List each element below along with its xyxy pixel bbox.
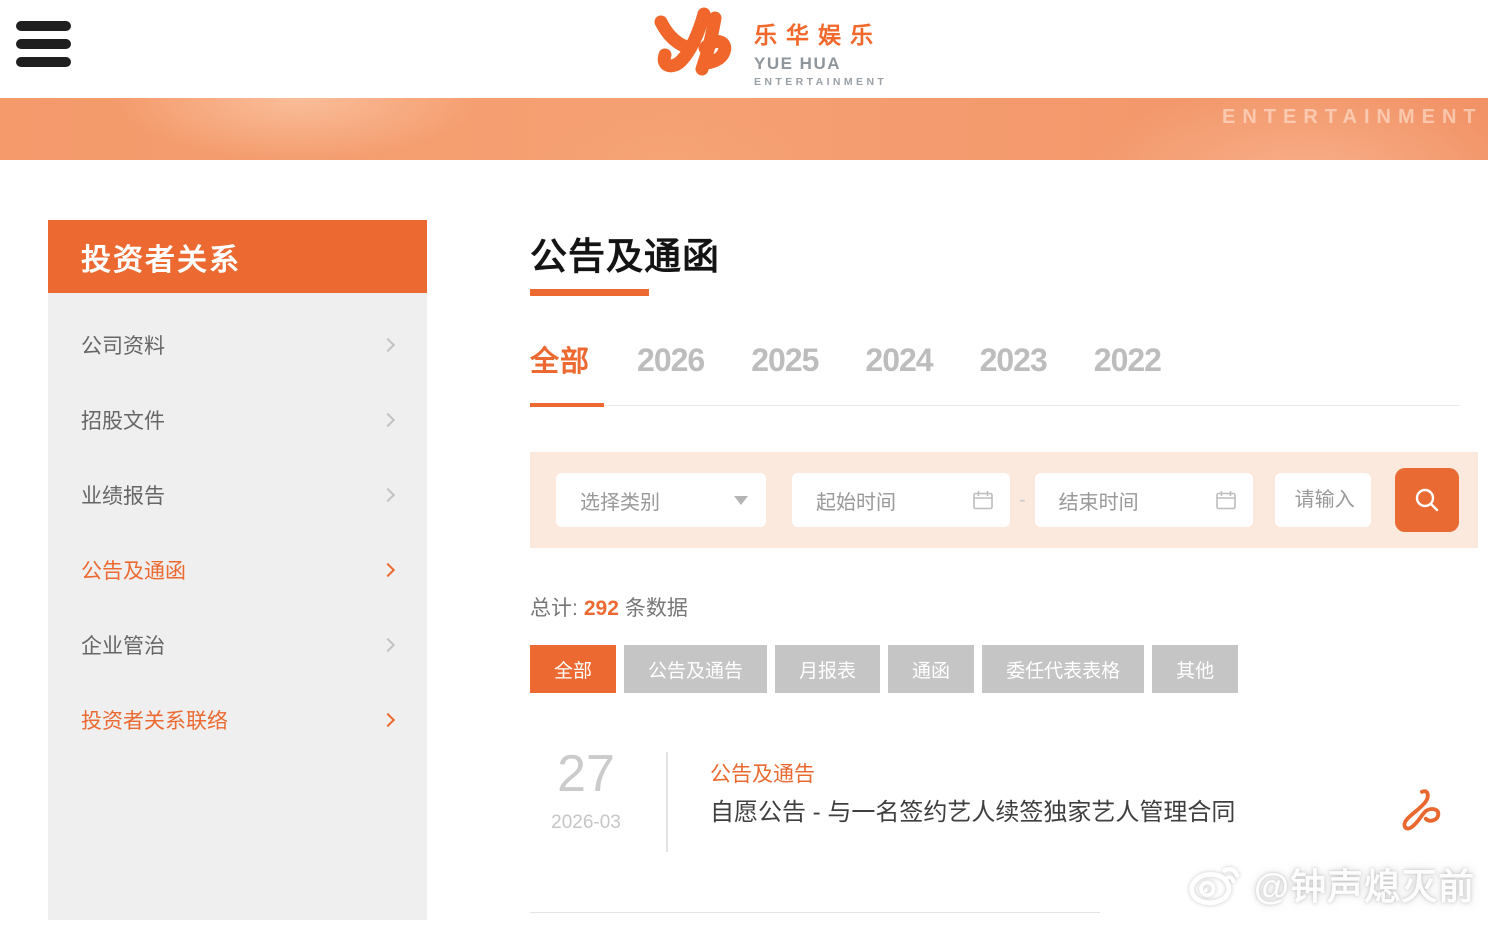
tab-2023[interactable]: 2023 — [980, 342, 1047, 379]
announcement-category[interactable]: 公告及通告 — [710, 758, 815, 788]
year-tabs: 全部 2026 2025 2024 2023 2022 — [530, 338, 1161, 380]
chevron-right-icon — [381, 337, 395, 351]
announcement-year-month: 2026-03 — [530, 812, 642, 834]
total-suffix: 条数据 — [625, 597, 688, 620]
sidebar-item-announcements[interactable]: 公告及通函 — [48, 532, 427, 607]
keyword-input[interactable] — [1275, 473, 1371, 527]
announcement-date: 27 2026-03 — [530, 748, 642, 834]
sidebar-title: 投资者关系 — [48, 220, 427, 293]
total-count: 292 — [584, 597, 619, 620]
search-icon — [1412, 485, 1442, 515]
category-select-value: 选择类别 — [580, 486, 660, 515]
weibo-icon — [1186, 859, 1244, 909]
sidebar-item-company-info[interactable]: 公司资料 — [48, 307, 427, 382]
calendar-icon — [1215, 489, 1237, 511]
active-tab-underline — [530, 403, 604, 407]
start-date-input[interactable]: 起始时间 — [792, 473, 1010, 527]
total-count-row: 总计: 292 条数据 — [530, 592, 688, 622]
sidebar-item-prospectus[interactable]: 招股文件 — [48, 382, 427, 457]
type-filter-monthly-returns[interactable]: 月报表 — [775, 645, 880, 693]
chevron-right-icon — [381, 412, 395, 426]
sidebar-item-label: 公告及通函 — [81, 555, 186, 585]
chevron-right-icon — [381, 712, 395, 726]
sidebar: 投资者关系 公司资料 招股文件 业绩报告 公告及通函 企业管治 — [48, 220, 427, 920]
sidebar-item-corporate-governance[interactable]: 企业管治 — [48, 607, 427, 682]
tab-2022[interactable]: 2022 — [1094, 342, 1161, 379]
company-logo[interactable]: 乐华娱乐 YUE HUA ENTERTAINMENT — [648, 5, 887, 88]
category-select[interactable]: 选择类别 — [556, 473, 766, 527]
sidebar-item-label: 业绩报告 — [81, 480, 165, 510]
sidebar-item-label: 公司资料 — [81, 330, 165, 360]
date-divider — [666, 752, 668, 852]
hamburger-bar — [16, 21, 71, 31]
chevron-right-icon — [381, 637, 395, 651]
logo-name-en2: ENTERTAINMENT — [754, 76, 887, 88]
watermark-text: @钟声熄灭前 — [1254, 858, 1475, 910]
start-date-placeholder: 起始时间 — [816, 486, 896, 515]
logo-text: 乐华娱乐 YUE HUA ENTERTAINMENT — [754, 5, 887, 88]
sidebar-menu: 公司资料 招股文件 业绩报告 公告及通函 企业管治 投资者关系联络 — [48, 293, 427, 920]
filter-bar: 选择类别 起始时间 - 结束时间 — [530, 452, 1478, 548]
tab-2024[interactable]: 2024 — [865, 342, 932, 379]
watermark: @钟声熄灭前 — [1186, 858, 1475, 910]
sidebar-item-results-reports[interactable]: 业绩报告 — [48, 457, 427, 532]
hamburger-bar — [16, 39, 71, 49]
announcement-title[interactable]: 自愿公告 - 与一名签约艺人续签独家艺人管理合同 — [710, 793, 1250, 832]
end-date-placeholder: 结束时间 — [1059, 486, 1139, 515]
tab-2025[interactable]: 2025 — [751, 342, 818, 379]
hero-banner: ENTERTAINMENT — [0, 98, 1488, 160]
date-range-separator: - — [1019, 489, 1026, 512]
chevron-right-icon — [381, 562, 395, 576]
logo-name-cn: 乐华娱乐 — [754, 16, 887, 50]
banner-entertainment-text: ENTERTAINMENT — [1222, 106, 1483, 129]
tab-2026[interactable]: 2026 — [637, 342, 704, 379]
sidebar-item-label: 招股文件 — [81, 405, 165, 435]
page-title: 公告及通函 — [530, 226, 720, 280]
chevron-right-icon — [381, 487, 395, 501]
row-divider — [530, 912, 1100, 913]
pdf-icon[interactable] — [1398, 786, 1444, 838]
tabs-divider — [530, 405, 1460, 406]
total-prefix: 总计: — [530, 597, 578, 620]
tab-all[interactable]: 全部 — [530, 338, 590, 380]
hamburger-bar — [16, 57, 71, 67]
end-date-input[interactable]: 结束时间 — [1035, 473, 1253, 527]
hamburger-menu-icon[interactable] — [16, 21, 71, 67]
title-underline — [530, 289, 649, 296]
sidebar-item-label: 企业管治 — [81, 630, 165, 660]
type-filter-proxy-forms[interactable]: 委任代表表格 — [982, 645, 1144, 693]
type-filter-announcements[interactable]: 公告及通告 — [624, 645, 767, 693]
page: 乐华娱乐 YUE HUA ENTERTAINMENT ENTERTAINMENT… — [0, 0, 1488, 926]
caret-down-icon — [734, 496, 748, 505]
calendar-icon — [972, 489, 994, 511]
search-button[interactable] — [1395, 468, 1459, 532]
type-filter-others[interactable]: 其他 — [1152, 645, 1238, 693]
logo-name-en: YUE HUA — [754, 54, 887, 74]
type-filter-all[interactable]: 全部 — [530, 645, 616, 693]
type-filter-buttons: 全部 公告及通告 月报表 通函 委任代表表格 其他 — [530, 645, 1238, 693]
yh-logo-mark-icon — [648, 5, 740, 85]
top-header: 乐华娱乐 YUE HUA ENTERTAINMENT — [0, 0, 1488, 98]
announcement-day: 27 — [530, 748, 642, 800]
sidebar-item-ir-contact[interactable]: 投资者关系联络 — [48, 682, 427, 757]
type-filter-circulars[interactable]: 通函 — [888, 645, 974, 693]
sidebar-item-label: 投资者关系联络 — [81, 705, 228, 735]
